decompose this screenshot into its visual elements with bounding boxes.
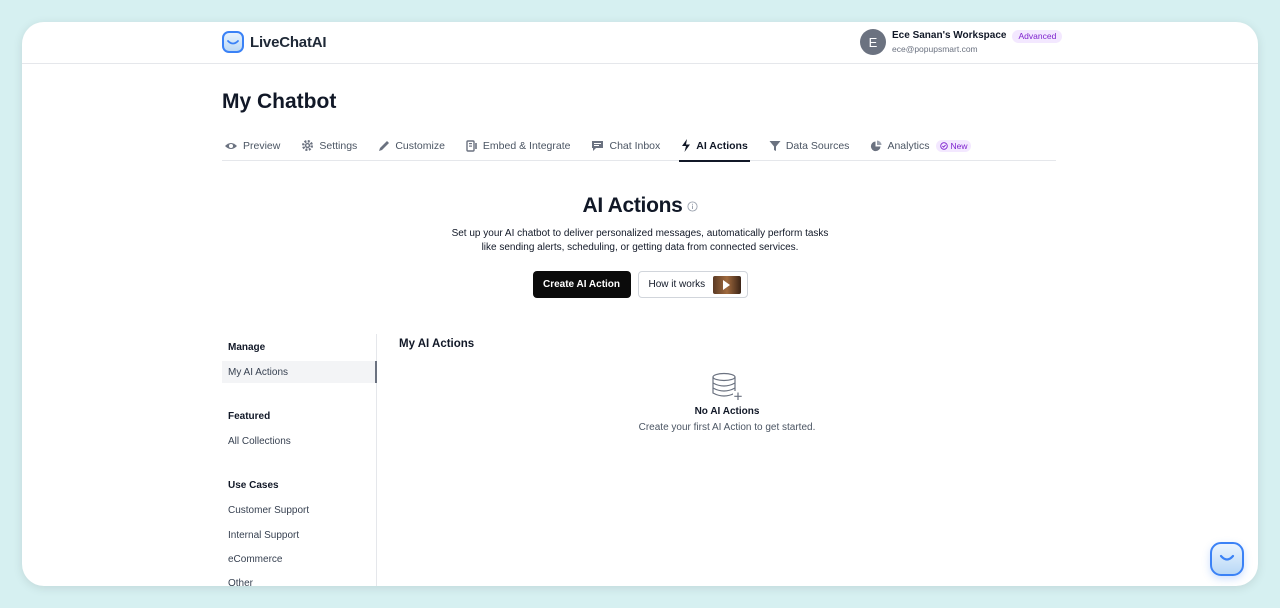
ai-actions-sidebar: Manage My AI Actions Featured All Collec…: [222, 334, 377, 586]
hero-title: AI Actions: [582, 194, 683, 217]
pie-chart-icon: [871, 140, 882, 151]
tab-analytics[interactable]: Analytics New: [868, 130, 973, 161]
tab-settings[interactable]: Settings: [299, 130, 359, 161]
how-it-works-label: How it works: [648, 279, 706, 290]
empty-subtitle: Create your first AI Action to get start…: [638, 422, 816, 433]
hero-actions: Create AI Action How it works: [22, 271, 1258, 298]
chatbot-tabs: Preview Settings Customize Embed & Integ…: [222, 130, 1056, 162]
tab-chat-inbox[interactable]: Chat Inbox: [589, 130, 662, 161]
avatar: E: [860, 29, 886, 55]
create-ai-action-button[interactable]: Create AI Action: [532, 271, 631, 298]
tab-preview[interactable]: Preview: [222, 130, 282, 161]
account-switcher[interactable]: E Ece Sanan's Workspace Advanced ece@pop…: [860, 29, 1063, 55]
filter-icon: [769, 140, 781, 151]
manage-heading: Manage: [228, 342, 266, 353]
tab-label: Customize: [395, 139, 445, 152]
workspace-name: Ece Sanan's Workspace: [892, 30, 1007, 41]
tab-data-sources[interactable]: Data Sources: [767, 130, 852, 161]
database-plus-icon: [712, 372, 743, 401]
sidebar-item-ecommerce[interactable]: eCommerce: [222, 548, 377, 570]
sidebar-item-customer-support[interactable]: Customer Support: [222, 499, 377, 521]
info-icon[interactable]: [686, 200, 698, 212]
plan-badge: Advanced: [1012, 29, 1063, 43]
chat-icon: [592, 140, 604, 151]
tab-label: Preview: [243, 139, 281, 152]
embed-icon: [466, 139, 477, 152]
tab-label: Data Sources: [785, 139, 850, 152]
eye-icon: [225, 142, 237, 149]
livechatai-widget-icon: [1219, 554, 1235, 561]
pencil-icon: [379, 140, 390, 151]
account-email: ece@popupsmart.com: [892, 43, 978, 54]
hero-header: AI Actions: [22, 194, 1258, 218]
tab-label: AI Actions: [696, 139, 748, 152]
hero-description: Set up your AI chatbot to deliver person…: [451, 228, 829, 253]
check-circle-icon: [940, 141, 949, 150]
tab-label: Analytics: [887, 139, 930, 152]
account-info: Ece Sanan's Workspace Advanced ece@popup…: [892, 29, 1063, 55]
tab-ai-actions[interactable]: AI Actions: [679, 130, 750, 162]
sidebar-item-other[interactable]: Other: [222, 572, 377, 587]
top-bar: LiveChatAI E Ece Sanan's Workspace Advan…: [22, 22, 1258, 64]
empty-state: No AI Actions Create your first AI Actio…: [622, 372, 832, 437]
how-it-works-button[interactable]: How it works: [637, 271, 748, 298]
featured-heading: Featured: [228, 411, 271, 422]
bolt-icon: [682, 139, 691, 152]
tab-label: Chat Inbox: [609, 139, 661, 152]
section-title: My AI Actions: [399, 338, 475, 350]
tab-embed-integrate[interactable]: Embed & Integrate: [464, 130, 573, 161]
new-badge: New: [936, 139, 972, 152]
livechatai-logo-icon: [222, 31, 244, 53]
video-play-icon: [713, 275, 742, 294]
gear-icon: [302, 139, 314, 152]
page-title: My Chatbot: [222, 90, 337, 113]
empty-title: No AI Actions: [694, 406, 760, 417]
brand-logo[interactable]: LiveChatAI: [222, 31, 327, 53]
tab-label: Embed & Integrate: [482, 139, 571, 152]
app-window: LiveChatAI E Ece Sanan's Workspace Advan…: [22, 22, 1258, 586]
chat-widget-launcher[interactable]: [1210, 542, 1244, 576]
sidebar-item-my-ai-actions[interactable]: My AI Actions: [222, 361, 377, 383]
brand-name: LiveChatAI: [250, 33, 327, 51]
use-cases-heading: Use Cases: [228, 480, 279, 491]
sidebar-item-all-collections[interactable]: All Collections: [222, 430, 377, 452]
tab-label: Settings: [319, 139, 358, 152]
sidebar-item-internal-support[interactable]: Internal Support: [222, 524, 377, 546]
tab-customize[interactable]: Customize: [376, 130, 447, 161]
